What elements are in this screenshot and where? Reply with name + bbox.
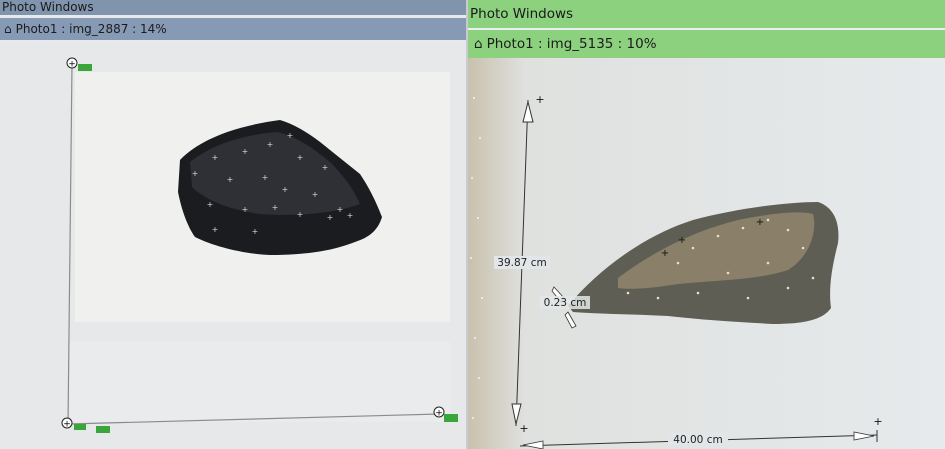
photo-tab[interactable]: ⌂ Photo1 : img_2887 : 14% xyxy=(0,18,466,40)
svg-text:+: + xyxy=(535,93,544,106)
svg-text:+: + xyxy=(207,200,214,209)
svg-text:+: + xyxy=(661,248,669,259)
photo-tab-label: Photo1 : img_2887 : 14% xyxy=(15,22,167,36)
svg-text:+: + xyxy=(272,203,279,212)
svg-text:+: + xyxy=(267,140,274,149)
photo-tab-label: Photo1 : img_5135 : 10% xyxy=(486,36,657,52)
window-title: Photo Windows xyxy=(468,0,945,28)
svg-text:+: + xyxy=(262,173,269,182)
angle-label: 0.23 cm xyxy=(544,297,587,309)
svg-text:+: + xyxy=(287,131,294,140)
photo-canvas[interactable]: + + + + + + + + + + + + + + + + + + + + … xyxy=(0,42,466,449)
photo-canvas[interactable]: + + + + + 39.87 cm + 0.23 cm xyxy=(468,58,945,449)
svg-text:+: + xyxy=(347,211,354,220)
photo-view[interactable]: + + + + + 39.87 cm + 0.23 cm xyxy=(468,58,945,449)
width-label: 40.00 cm xyxy=(673,434,722,446)
svg-text:+: + xyxy=(242,147,249,156)
svg-text:+: + xyxy=(242,205,249,214)
svg-text:+: + xyxy=(252,227,259,236)
svg-text:+: + xyxy=(212,225,219,234)
height-label: 39.87 cm xyxy=(497,257,546,269)
house-icon: ⌂ xyxy=(4,22,12,36)
svg-text:+: + xyxy=(282,185,289,194)
svg-text:+: + xyxy=(297,210,304,219)
svg-text:+: + xyxy=(297,153,304,162)
svg-text:+: + xyxy=(435,409,443,419)
svg-text:+: + xyxy=(63,420,71,430)
photo-window-right[interactable]: Photo Windows ⌂Photo1 : img_5135 : 10% xyxy=(468,0,945,449)
svg-text:+: + xyxy=(192,169,199,178)
house-icon: ⌂ xyxy=(474,36,483,52)
svg-text:+: + xyxy=(227,175,234,184)
svg-text:+: + xyxy=(312,190,319,199)
photo-window-left[interactable]: Photo Windows ⌂ Photo1 : img_2887 : 14% +… xyxy=(0,0,466,449)
svg-text:+: + xyxy=(519,422,528,435)
svg-text:+: + xyxy=(327,213,334,222)
photo-view[interactable]: + + + +++ +++ ++ + +++ ++ + + + + + + xyxy=(0,42,466,449)
svg-text:+: + xyxy=(68,60,76,70)
svg-text:+: + xyxy=(212,153,219,162)
svg-text:+: + xyxy=(337,205,344,214)
svg-text:+: + xyxy=(322,163,329,172)
svg-text:+: + xyxy=(678,235,686,246)
window-title: Photo Windows xyxy=(0,0,466,15)
photo-tab[interactable]: ⌂ Photo1 : img_5135 : 10% xyxy=(468,30,945,58)
svg-text:+: + xyxy=(873,415,882,428)
svg-text:+: + xyxy=(756,217,764,228)
